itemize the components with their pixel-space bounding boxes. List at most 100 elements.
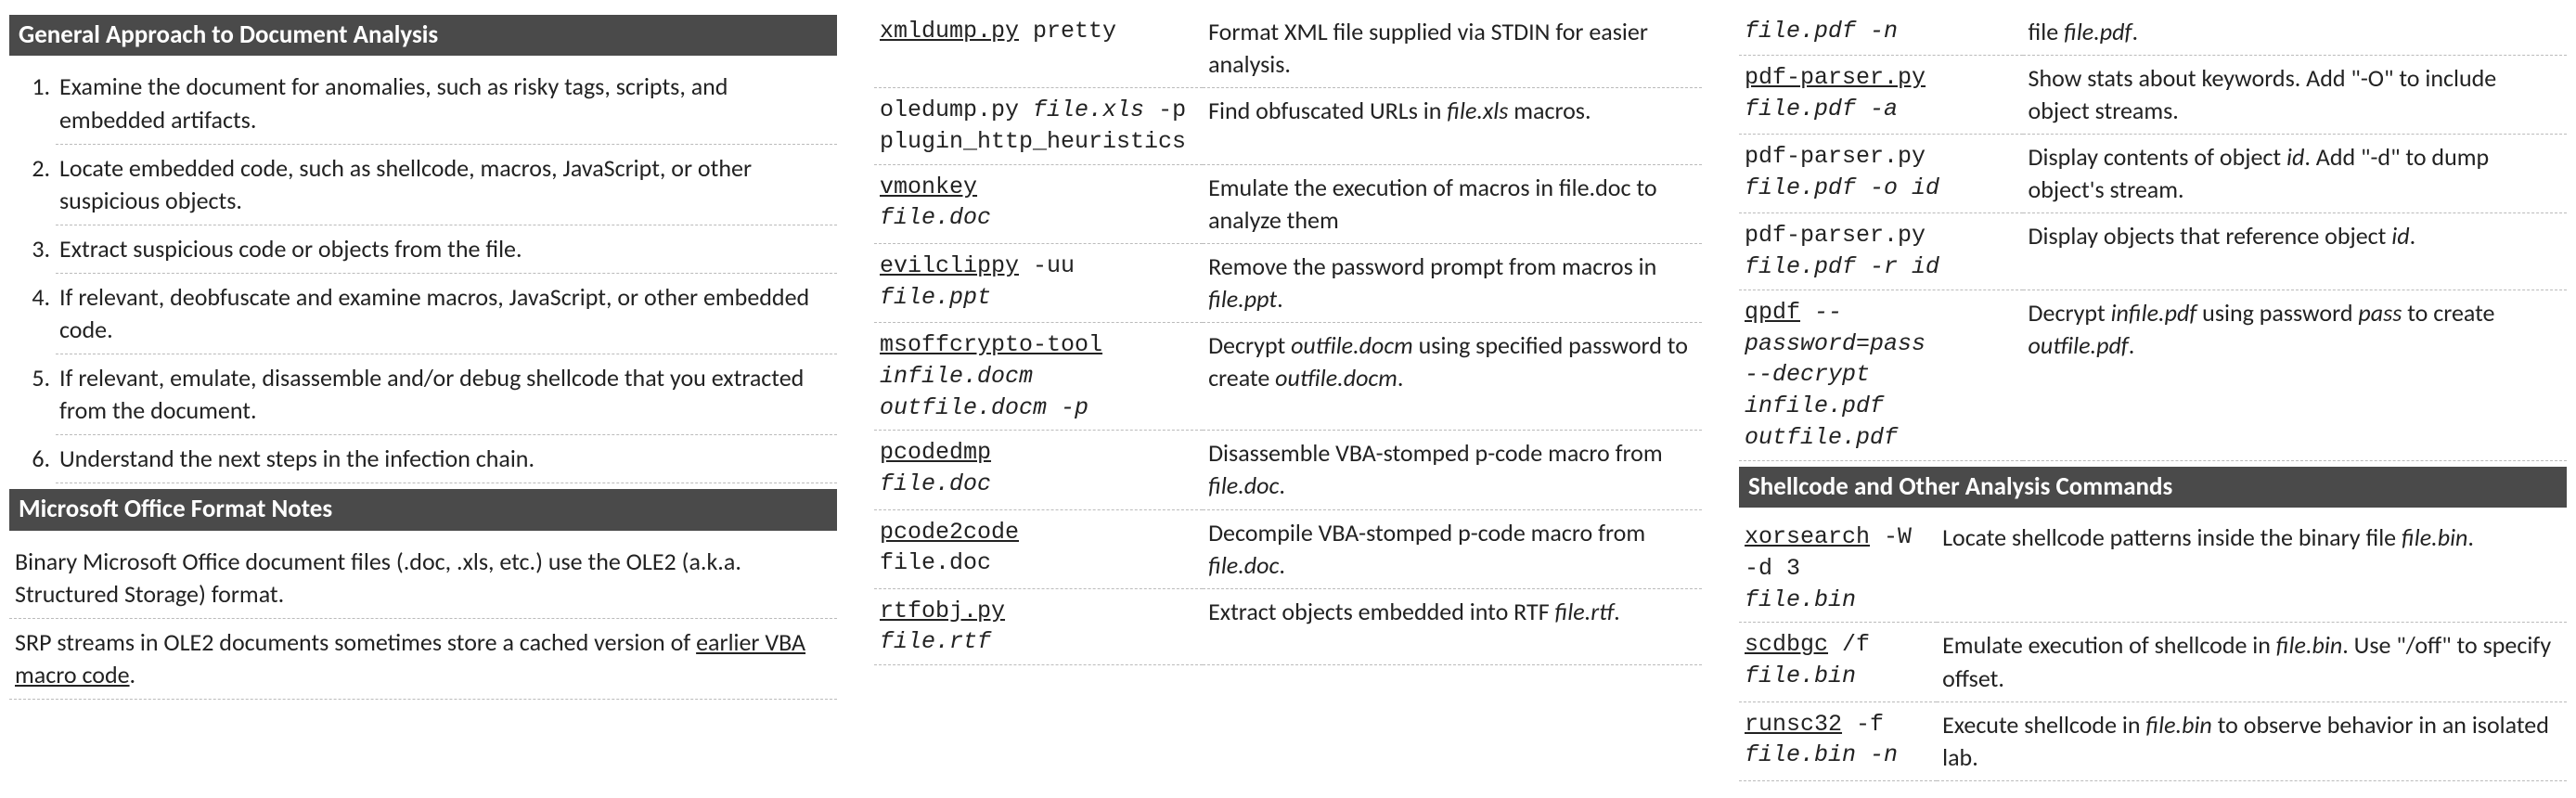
column-3: file.pdf -n file file.pdf. pdf-parser.py… (1739, 9, 2567, 781)
desc-text: Execute shellcode in (1942, 710, 2145, 740)
desc-text: Find obfuscated URLs in (1208, 96, 1447, 125)
tool-name: runsc32 (1745, 711, 1842, 738)
table-row: scdbgc /ffile.bin Emulate execution of s… (1739, 623, 2567, 701)
desc-text: to create (2402, 298, 2494, 328)
table-row: vmonkeyfile.doc Emulate the execution of… (874, 164, 1702, 243)
tool-name: rtfobj.py (880, 598, 1005, 624)
desc-text: Emulate execution of shellcode in (1942, 630, 2276, 660)
desc-text: . (1279, 550, 1285, 580)
desc-text: . (2467, 522, 2474, 552)
desc-text: . (1277, 284, 1283, 314)
desc-cell: Emulate execution of shellcode in file.b… (1937, 623, 2567, 701)
table-row: runsc32 -ffile.bin -n Execute shellcode … (1739, 701, 2567, 780)
cmd-arg: file.doc (880, 470, 991, 497)
desc-ital: outfile.docm (1275, 363, 1397, 393)
desc-cell: Display objects that reference object id… (2023, 213, 2567, 290)
table-row: pdf-parser.pyfile.pdf -a Show stats abou… (1739, 56, 2567, 135)
desc-cell: Decrypt outfile.docm using specified pas… (1203, 323, 1702, 431)
desc-ital: pass (2358, 298, 2402, 328)
desc-text: using password (2196, 298, 2358, 328)
desc-cell: Decrypt infile.pdf using password pass t… (2023, 290, 2567, 460)
cmd-text: file.doc (880, 549, 991, 576)
desc-cell: Emulate the execution of macros in file.… (1203, 164, 1702, 243)
cmd-rest: /f (1828, 631, 1870, 658)
command-table-pdf: file.pdf -n file file.pdf. pdf-parser.py… (1739, 9, 2567, 461)
desc-text: . (1397, 363, 1404, 393)
tool-name: msoffcrypto-tool (880, 331, 1102, 358)
tool-name: pcode2code (880, 519, 1019, 546)
table-row: oledump.py file.xls -p plugin_http_heuri… (874, 88, 1702, 165)
desc-ital: infile.pdf (2111, 298, 2197, 328)
desc-ital: file.doc (1208, 550, 1279, 580)
tool-name: qpdf (1745, 299, 1800, 326)
table-row: rtfobj.py file.rtf Extract objects embedd… (874, 588, 1702, 665)
note-text: . (130, 660, 136, 689)
command-cell: vmonkeyfile.doc (874, 164, 1203, 243)
desc-ital: file.bin (2145, 710, 2211, 740)
table-row: evilclippy -uu file.ppt Remove the passwo… (874, 243, 1702, 322)
cmd-arg: file.ppt (880, 284, 991, 311)
tool-name: evilclippy (880, 252, 1019, 279)
cmd-arg: file.bin -n (1745, 741, 1898, 768)
cmd-arg: file.pdf -n (1745, 18, 1898, 45)
desc-ital: file.xls (1447, 96, 1508, 125)
desc-ital: file.bin (2402, 522, 2467, 552)
desc-cell: Decompile VBA-stomped p-code macro from … (1203, 509, 1702, 588)
cmd-arg: infile.docm outfile.docm -p (880, 363, 1088, 421)
cmd-arg: file.doc (880, 204, 991, 231)
table-row: msoffcrypto-tool infile.docm outfile.docm… (874, 323, 1702, 431)
desc-cell: Locate shellcode patterns inside the bin… (1937, 515, 2567, 623)
cmd-rest: pretty (1019, 18, 1116, 45)
table-row: pcodedmp file.doc Disassemble VBA-stomped… (874, 431, 1702, 509)
command-table-office: xmldump.py pretty Format XML file suppli… (874, 9, 1702, 665)
cmd-arg: file.bin (1745, 663, 1856, 689)
desc-text: Remove the password prompt from macros i… (1208, 251, 1656, 281)
desc-cell: Execute shellcode in file.bin to observe… (1937, 701, 2567, 780)
section-header-general: General Approach to Document Analysis (9, 15, 837, 56)
command-cell: xmldump.py pretty (874, 9, 1203, 88)
cmd-rest: -uu (1019, 252, 1075, 279)
command-cell: evilclippy -uu file.ppt (874, 243, 1203, 322)
cmd-text: pdf-parser.py (1745, 222, 1926, 249)
desc-ital: id (2286, 142, 2304, 172)
step-item: Understand the next steps in the infecti… (56, 435, 837, 483)
desc-cell: Display contents of object id. Add "-d" … (2023, 135, 2567, 213)
cmd-arg: file.pdf -o id (1745, 174, 1939, 201)
table-row: xorsearch -W -d 3 file.bin Locate shellc… (1739, 515, 2567, 623)
desc-ital: file.rtf (1555, 597, 1615, 626)
cmd-arg: file.pdf -r id (1745, 253, 1939, 280)
tool-name: pcodedmp (880, 439, 991, 466)
cmd-arg: file.pdf -a (1745, 96, 1898, 122)
cmd-arg: file.bin (1745, 586, 1856, 613)
desc-cell: Remove the password prompt from macros i… (1203, 243, 1702, 322)
section-header-shellcode: Shellcode and Other Analysis Commands (1739, 467, 2567, 508)
command-cell: pdf-parser.py file.pdf -r id (1739, 213, 2023, 290)
tool-name: pdf-parser.py (1745, 64, 1926, 91)
column-2: xmldump.py pretty Format XML file suppli… (874, 9, 1702, 781)
cmd-arg: file.rtf (880, 628, 991, 655)
desc-text: . (1614, 597, 1620, 626)
step-item: Locate embedded code, such as shellcode,… (56, 145, 837, 225)
step-item: Examine the document for anomalies, such… (56, 63, 837, 144)
step-item: If relevant, deobfuscate and examine mac… (56, 274, 837, 354)
table-row: pdf-parser.py file.pdf -r id Display obj… (1739, 213, 2567, 290)
desc-cell: Find obfuscated URLs in file.xls macros. (1203, 88, 1702, 165)
desc-ital: file.pdf (2064, 17, 2132, 46)
desc-ital: outfile.pdf (2029, 330, 2129, 360)
desc-cell: Format XML file supplied via STDIN for e… (1203, 9, 1702, 88)
step-item: Extract suspicious code or objects from … (56, 225, 837, 274)
desc-text: Extract objects embedded into RTF (1208, 597, 1554, 626)
section-header-office: Microsoft Office Format Notes (9, 489, 837, 530)
command-cell: rtfobj.py file.rtf (874, 588, 1203, 665)
cmd-text: pdf-parser.py (1745, 143, 1926, 170)
command-cell: pdf-parser.py file.pdf -a (1739, 56, 2023, 135)
desc-text: Disassemble VBA-stomped p-code macro fro… (1208, 438, 1663, 468)
desc-text: Display contents of object (2029, 142, 2286, 172)
command-cell: pcodedmp file.doc (874, 431, 1203, 509)
command-cell: xorsearch -W -d 3 file.bin (1739, 515, 1937, 623)
desc-text: Decrypt (2029, 298, 2111, 328)
desc-text: Locate shellcode patterns inside the bin… (1942, 522, 2402, 552)
command-cell: oledump.py file.xls -p plugin_http_heuri… (874, 88, 1203, 165)
tool-name: xorsearch (1745, 523, 1870, 550)
command-cell: file.pdf -n (1739, 9, 2023, 56)
